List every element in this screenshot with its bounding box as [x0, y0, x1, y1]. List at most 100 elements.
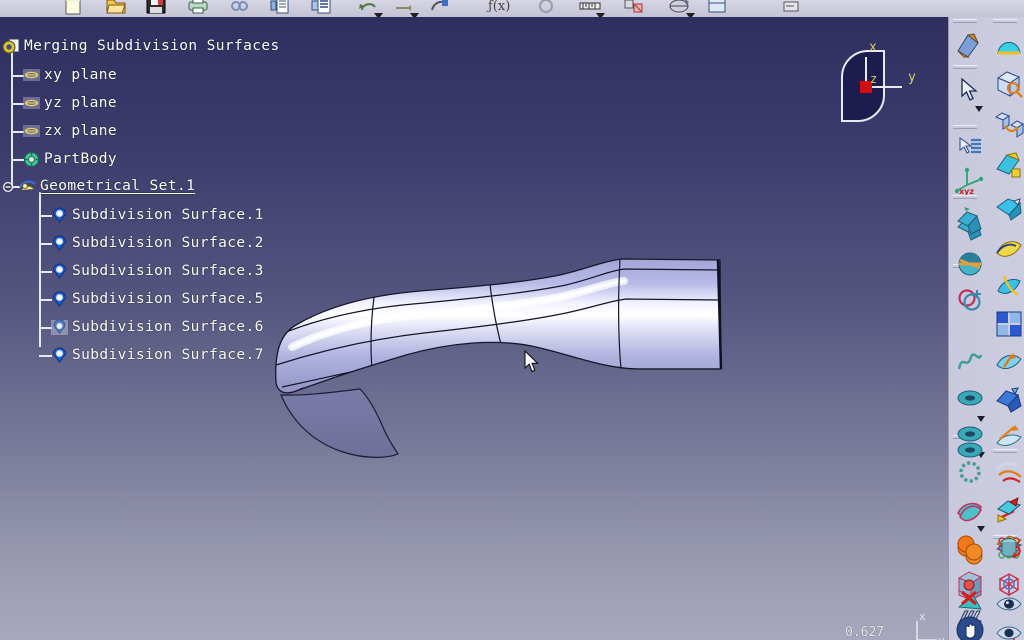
print-icon[interactable] [186, 0, 210, 16]
toolbar-separator [993, 19, 1017, 23]
tree-node-label: Subdivision Surface.7 [72, 347, 264, 363]
scale-readout: 0.627 [845, 625, 885, 640]
shading-icon[interactable] [994, 31, 1024, 61]
pan-hand-icon[interactable] [955, 615, 985, 640]
tree-node-label: Subdivision Surface.3 [72, 263, 264, 279]
measure-between-icon[interactable] [534, 0, 558, 16]
new-document-icon[interactable] [62, 0, 86, 16]
partbody-icon [22, 151, 41, 168]
tree-node-label: PartBody [44, 151, 118, 167]
right-toolbar-panel: xyz [948, 17, 1024, 640]
tree-node-geometrical-set[interactable]: Geometrical Set.1 [2, 175, 195, 197]
subdivision-surface-hidden-icon [50, 318, 69, 336]
mirror-icon[interactable] [955, 587, 985, 617]
collapse-toggle-icon[interactable] [2, 178, 18, 195]
toolbar-separator [953, 125, 977, 129]
tree-node-xy-plane[interactable]: xy plane [22, 64, 117, 86]
create-datum-icon[interactable] [994, 151, 1024, 181]
tree-node-partbody[interactable]: PartBody [22, 148, 117, 170]
subdivision-surface-icon [50, 347, 69, 364]
subdivision-surface-icon [50, 235, 69, 252]
tree-root-label: Merging Subdivision Surfaces [24, 38, 280, 54]
plane-icon [22, 95, 41, 112]
compass-y-label: y [908, 70, 916, 85]
swap-visible-space-icon[interactable] [994, 621, 1024, 640]
tree-node-subdivision-surface-6[interactable]: Subdivision Surface.6 [50, 316, 264, 338]
catia-application-window: ƒ(x) Merging Subdivision Surfaces xy pla… [0, 0, 1024, 640]
cut-icon[interactable] [268, 0, 292, 16]
redo-dropdown-caret-icon[interactable] [410, 5, 419, 17]
wireframe-cube-icon[interactable] [994, 569, 1024, 599]
revolve-dropdown-caret-icon[interactable] [977, 407, 985, 422]
tree-node-label: Geometrical Set.1 [40, 178, 196, 194]
sphere-cut-icon[interactable] [955, 497, 985, 527]
measure-item-icon[interactable]: ƒ(x) [486, 0, 510, 16]
standard-toolbar: ƒ(x) [0, 0, 1024, 18]
svg-text:xyz: xyz [959, 187, 974, 195]
mouse-cursor [524, 350, 539, 373]
catalog-dropdown-caret-icon[interactable] [686, 5, 695, 17]
undo-dropdown-caret-icon[interactable] [374, 5, 383, 17]
toolbar-separator [953, 65, 977, 69]
tree-node-subdivision-surface-3[interactable]: Subdivision Surface.3 [50, 260, 264, 282]
zoom-box-icon[interactable] [994, 69, 1024, 99]
plane-icon [22, 123, 41, 140]
tree-node-subdivision-surface-7[interactable]: Subdivision Surface.7 [50, 344, 264, 366]
tree-node-subdivision-surface-2[interactable]: Subdivision Surface.2 [50, 232, 264, 254]
sweep-surface-icon[interactable] [994, 193, 1024, 223]
subdivision-surface-icon [50, 207, 69, 224]
trim-surface-icon[interactable] [994, 309, 1024, 339]
open-document-icon[interactable] [104, 0, 128, 16]
copy-icon[interactable] [310, 0, 334, 16]
axis-system-icon[interactable]: xyz [955, 165, 985, 195]
plane-icon [22, 67, 41, 84]
list-select-icon[interactable] [955, 132, 985, 162]
model-underside-fin [280, 388, 399, 458]
view-compass[interactable]: x y z [824, 43, 924, 143]
update-icon[interactable] [428, 0, 452, 16]
globe-section-icon[interactable] [955, 207, 985, 237]
compass-x-label: x [869, 43, 877, 55]
axis-triad: x y z [916, 612, 945, 640]
window-tile-icon[interactable] [706, 0, 730, 16]
tree-node-subdivision-surface-5[interactable]: Subdivision Surface.5 [50, 288, 264, 310]
save-document-icon[interactable] [144, 0, 168, 16]
offset-surface-icon[interactable] [955, 285, 985, 315]
extract-icon[interactable] [994, 495, 1024, 525]
3d-viewport[interactable]: Merging Subdivision Surfaces xy plane yz… [0, 17, 948, 640]
part-document-icon [2, 38, 21, 55]
apply-material-icon[interactable] [622, 0, 646, 16]
spline-curve-icon[interactable] [955, 347, 985, 377]
tree-node-label: xy plane [44, 67, 118, 83]
tree-node-zx-plane[interactable]: zx plane [22, 120, 117, 142]
toolbar-separator [953, 195, 977, 199]
normal-view-icon[interactable] [994, 109, 1024, 139]
tree-node-root[interactable]: Merging Subdivision Surfaces [2, 35, 280, 57]
selection-dropdown-caret-icon[interactable] [975, 97, 983, 112]
triad-y-label: y [938, 634, 945, 640]
tree-node-subdivision-surface-1[interactable]: Subdivision Surface.1 [50, 204, 264, 226]
healing-icon[interactable] [994, 385, 1024, 415]
join-surface-icon[interactable] [994, 421, 1024, 451]
tree-node-label: Subdivision Surface.5 [72, 291, 264, 307]
checker-analysis-icon[interactable] [994, 347, 1024, 377]
extrapolate-icon[interactable] [994, 457, 1024, 487]
pattern-array-icon[interactable] [994, 273, 1024, 303]
toolbar-separator [953, 19, 977, 23]
tree-node-label: zx plane [44, 123, 118, 139]
sphere-in-box-icon[interactable] [955, 533, 985, 563]
apply-material-icon[interactable] [954, 31, 984, 61]
measure-dropdown-caret-icon[interactable] [596, 5, 605, 17]
boolean-cylinder-icon[interactable] [994, 533, 1024, 563]
tree-node-label: Subdivision Surface.2 [72, 235, 264, 251]
tree-node-label: Subdivision Surface.6 [72, 319, 264, 335]
print-preview-icon[interactable] [228, 0, 252, 16]
help-pointer-icon[interactable] [780, 0, 804, 16]
geometrical-set-icon [18, 178, 37, 195]
circle-projection-icon[interactable] [955, 435, 985, 465]
tree-node-yz-plane[interactable]: yz plane [22, 92, 117, 114]
blend-surface-icon[interactable] [994, 233, 1024, 263]
subdivision-surface-icon [50, 291, 69, 308]
sphere-surface-icon[interactable] [955, 249, 985, 279]
tree-node-label: yz plane [44, 95, 118, 111]
